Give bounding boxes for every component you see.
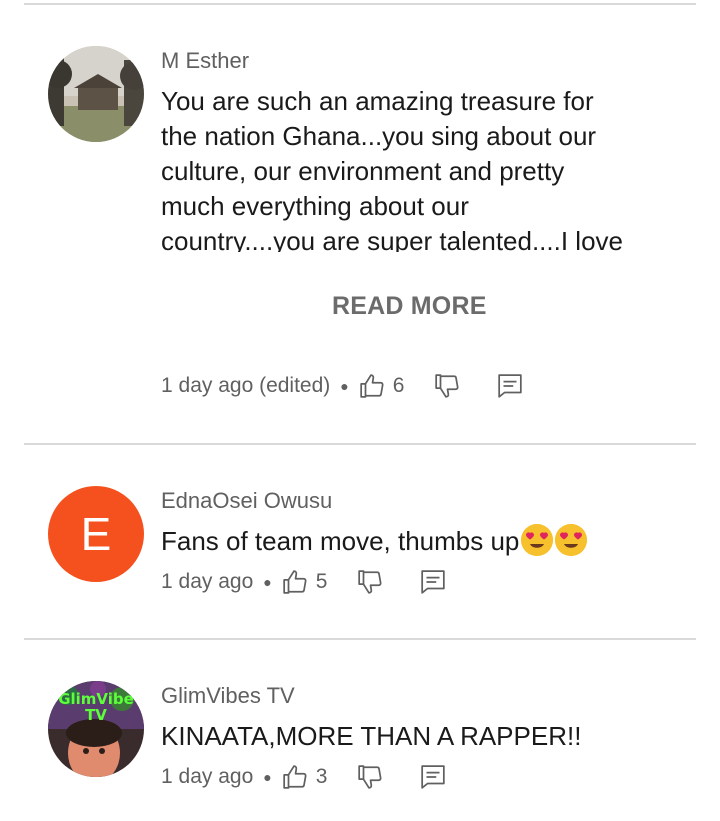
comment-author[interactable]: EdnaOsei Owusu — [161, 487, 332, 515]
like-count: 6 — [392, 374, 405, 397]
thumbs-up-icon[interactable] — [359, 373, 385, 399]
comment-text: You are such an amazing treasure for the… — [161, 84, 681, 252]
thumbs-down-icon[interactable] — [357, 569, 383, 595]
avatar-text: GlimVibe TV — [58, 690, 134, 724]
comment-meta: 1 day ago ● 3 — [161, 762, 446, 792]
divider — [24, 443, 696, 445]
comment-text: Fans of team move, thumbs up — [161, 524, 681, 559]
reply-icon[interactable] — [420, 569, 446, 595]
comment-line: Fans of team move, thumbs up — [161, 526, 520, 556]
comment-author[interactable]: M Esther — [161, 47, 249, 75]
divider — [24, 3, 696, 5]
separator-dot: ● — [263, 574, 272, 590]
thumbs-down-icon[interactable] — [357, 764, 383, 790]
thumbs-up-icon[interactable] — [282, 569, 308, 595]
comment-time: 1 day ago (edited) — [161, 374, 331, 397]
avatar[interactable] — [48, 46, 144, 142]
thumbs-down-icon[interactable] — [434, 373, 460, 399]
reply-icon[interactable] — [420, 764, 446, 790]
comment-line: the nation Ghana...you sing about our — [161, 121, 597, 151]
comment-meta: 1 day ago ● 5 — [161, 567, 446, 597]
like-count: 3 — [315, 765, 328, 788]
avatar-letter: E — [80, 508, 112, 560]
divider — [24, 638, 696, 640]
comment-line: much everything about our — [161, 191, 469, 221]
read-more-button[interactable]: READ MORE — [332, 292, 487, 321]
comment-meta: 1 day ago (edited) ● 6 — [161, 371, 523, 401]
comment-line: country....you are super talented....I l… — [161, 226, 623, 252]
thumbs-up-icon[interactable] — [282, 764, 308, 790]
reply-icon[interactable] — [497, 373, 523, 399]
comment-time: 1 day ago — [161, 570, 254, 593]
comment-author[interactable]: GlimVibes TV — [161, 682, 295, 710]
comment-text: KINAATA,MORE THAN A RAPPER!! — [161, 721, 582, 751]
comment-line: culture, our environment and pretty — [161, 156, 565, 186]
separator-dot: ● — [263, 769, 272, 785]
heart-eyes-emoji — [521, 524, 554, 556]
heart-eyes-emoji — [555, 524, 588, 556]
avatar[interactable]: GlimVibe TV — [48, 681, 144, 777]
like-count: 5 — [315, 570, 328, 593]
comment-time: 1 day ago — [161, 765, 254, 788]
comment-line: You are such an amazing treasure for — [161, 86, 594, 116]
separator-dot: ● — [340, 378, 349, 394]
avatar[interactable]: E — [48, 486, 144, 582]
